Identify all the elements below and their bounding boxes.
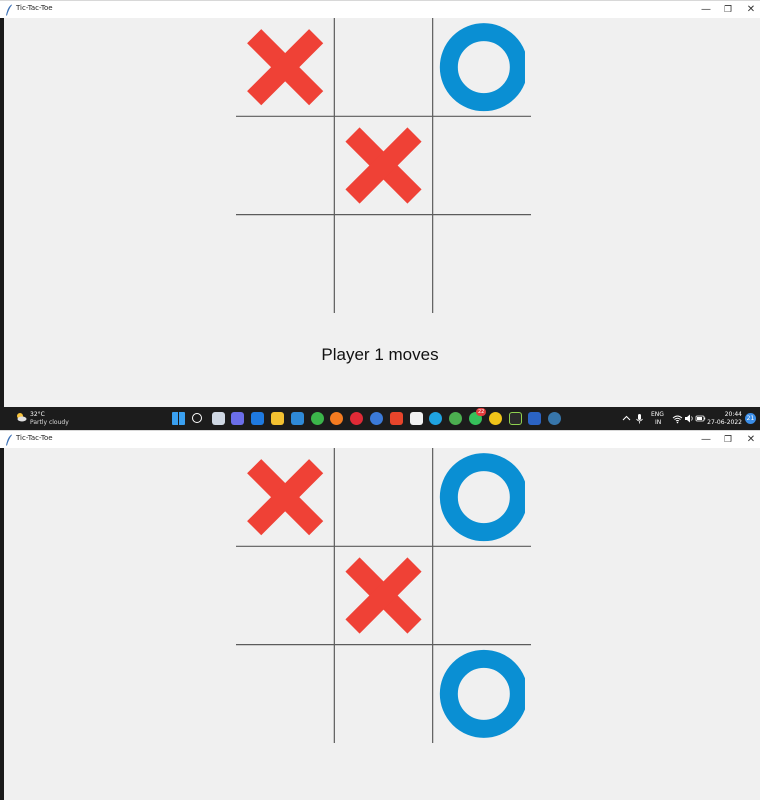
region-indicator: IN xyxy=(655,419,662,426)
upwork-icon[interactable] xyxy=(310,412,324,425)
teams-chat-icon[interactable] xyxy=(231,412,245,425)
weather-temperature: 32°C xyxy=(30,411,45,418)
word-icon[interactable] xyxy=(528,412,542,425)
opera-icon[interactable] xyxy=(350,412,364,425)
board-cell-1-1[interactable] xyxy=(334,546,432,644)
board-cell-2-1[interactable] xyxy=(334,215,432,313)
whatsapp-unread-badge: 22 xyxy=(476,408,487,416)
search-icon[interactable] xyxy=(191,413,202,423)
game-board[interactable] xyxy=(236,18,531,313)
board-cell-2-2[interactable] xyxy=(433,645,531,743)
board-cell-2-1[interactable] xyxy=(334,645,432,743)
maximize-button[interactable]: ❐ xyxy=(719,432,737,448)
board-cell-0-2[interactable] xyxy=(433,448,531,546)
board-cell-0-1[interactable] xyxy=(334,448,432,546)
board-cell-2-0[interactable] xyxy=(236,215,334,313)
minimize-button[interactable]: — xyxy=(697,2,715,18)
window-edge xyxy=(0,448,4,800)
board-cell-0-1[interactable] xyxy=(334,18,432,116)
calendar-icon[interactable] xyxy=(409,412,423,425)
clock-date[interactable]: 27-06-2022 xyxy=(706,419,742,426)
board-cell-0-0[interactable] xyxy=(236,448,334,546)
python-icon[interactable] xyxy=(548,412,562,425)
task-view-icon[interactable] xyxy=(211,412,225,425)
game-board[interactable] xyxy=(236,448,531,743)
board-cell-2-0[interactable] xyxy=(236,645,334,743)
file-explorer-icon[interactable] xyxy=(271,412,284,425)
window-title: Tic-Tac-Toe xyxy=(16,4,53,12)
board-cell-0-0[interactable] xyxy=(236,18,334,116)
chrome-icon[interactable] xyxy=(449,412,463,425)
minimize-button[interactable]: — xyxy=(697,432,715,448)
board-cell-2-2[interactable] xyxy=(433,215,531,313)
chevron-up-icon[interactable] xyxy=(620,412,633,425)
terminal-icon[interactable] xyxy=(508,412,522,425)
edge-icon[interactable] xyxy=(429,412,443,425)
board-cell-1-1[interactable] xyxy=(334,116,432,214)
board-cell-1-0[interactable] xyxy=(236,546,334,644)
taskbar: 32°C Partly cloudy 22 ENG IN 20:44 27-06… xyxy=(0,407,760,430)
board-cell-0-2[interactable] xyxy=(433,18,531,116)
mail-icon[interactable] xyxy=(290,412,304,425)
title-bar: Tic-Tac-Toe — ❐ ✕ xyxy=(0,0,760,18)
status-message: Player 1 moves xyxy=(321,345,439,364)
board-cell-1-2[interactable] xyxy=(433,116,531,214)
feather-icon xyxy=(6,4,12,16)
chrome-profile-icon[interactable] xyxy=(488,412,502,425)
firefox-icon[interactable] xyxy=(330,412,344,425)
title-bar: Tic-Tac-Toe — ❐ ✕ xyxy=(0,430,760,448)
screenshot-1: Tic-Tac-Toe — ❐ ✕ Player 1 moves 32°C Pa… xyxy=(0,0,760,430)
board-cell-1-0[interactable] xyxy=(236,116,334,214)
weather-description: Partly cloudy xyxy=(30,419,69,426)
language-indicator[interactable]: ENG xyxy=(651,411,664,418)
board-cell-1-2[interactable] xyxy=(433,546,531,644)
maximize-button[interactable]: ❐ xyxy=(719,2,737,18)
partly-cloudy-icon xyxy=(17,413,27,422)
copyright-app-icon[interactable] xyxy=(370,412,383,425)
feather-icon xyxy=(6,434,12,446)
close-button[interactable]: ✕ xyxy=(742,2,760,18)
screenshot-2: Tic-Tac-Toe — ❐ ✕ xyxy=(0,430,760,800)
close-button[interactable]: ✕ xyxy=(742,432,760,448)
window-title: Tic-Tac-Toe xyxy=(16,434,53,442)
clock-time[interactable]: 20:44 xyxy=(716,411,742,418)
start-icon[interactable] xyxy=(172,412,185,425)
notification-count-badge[interactable]: 21 xyxy=(745,413,756,424)
microphone-icon[interactable] xyxy=(633,412,646,425)
l-app-icon[interactable] xyxy=(251,412,265,425)
office-icon[interactable] xyxy=(389,412,403,425)
